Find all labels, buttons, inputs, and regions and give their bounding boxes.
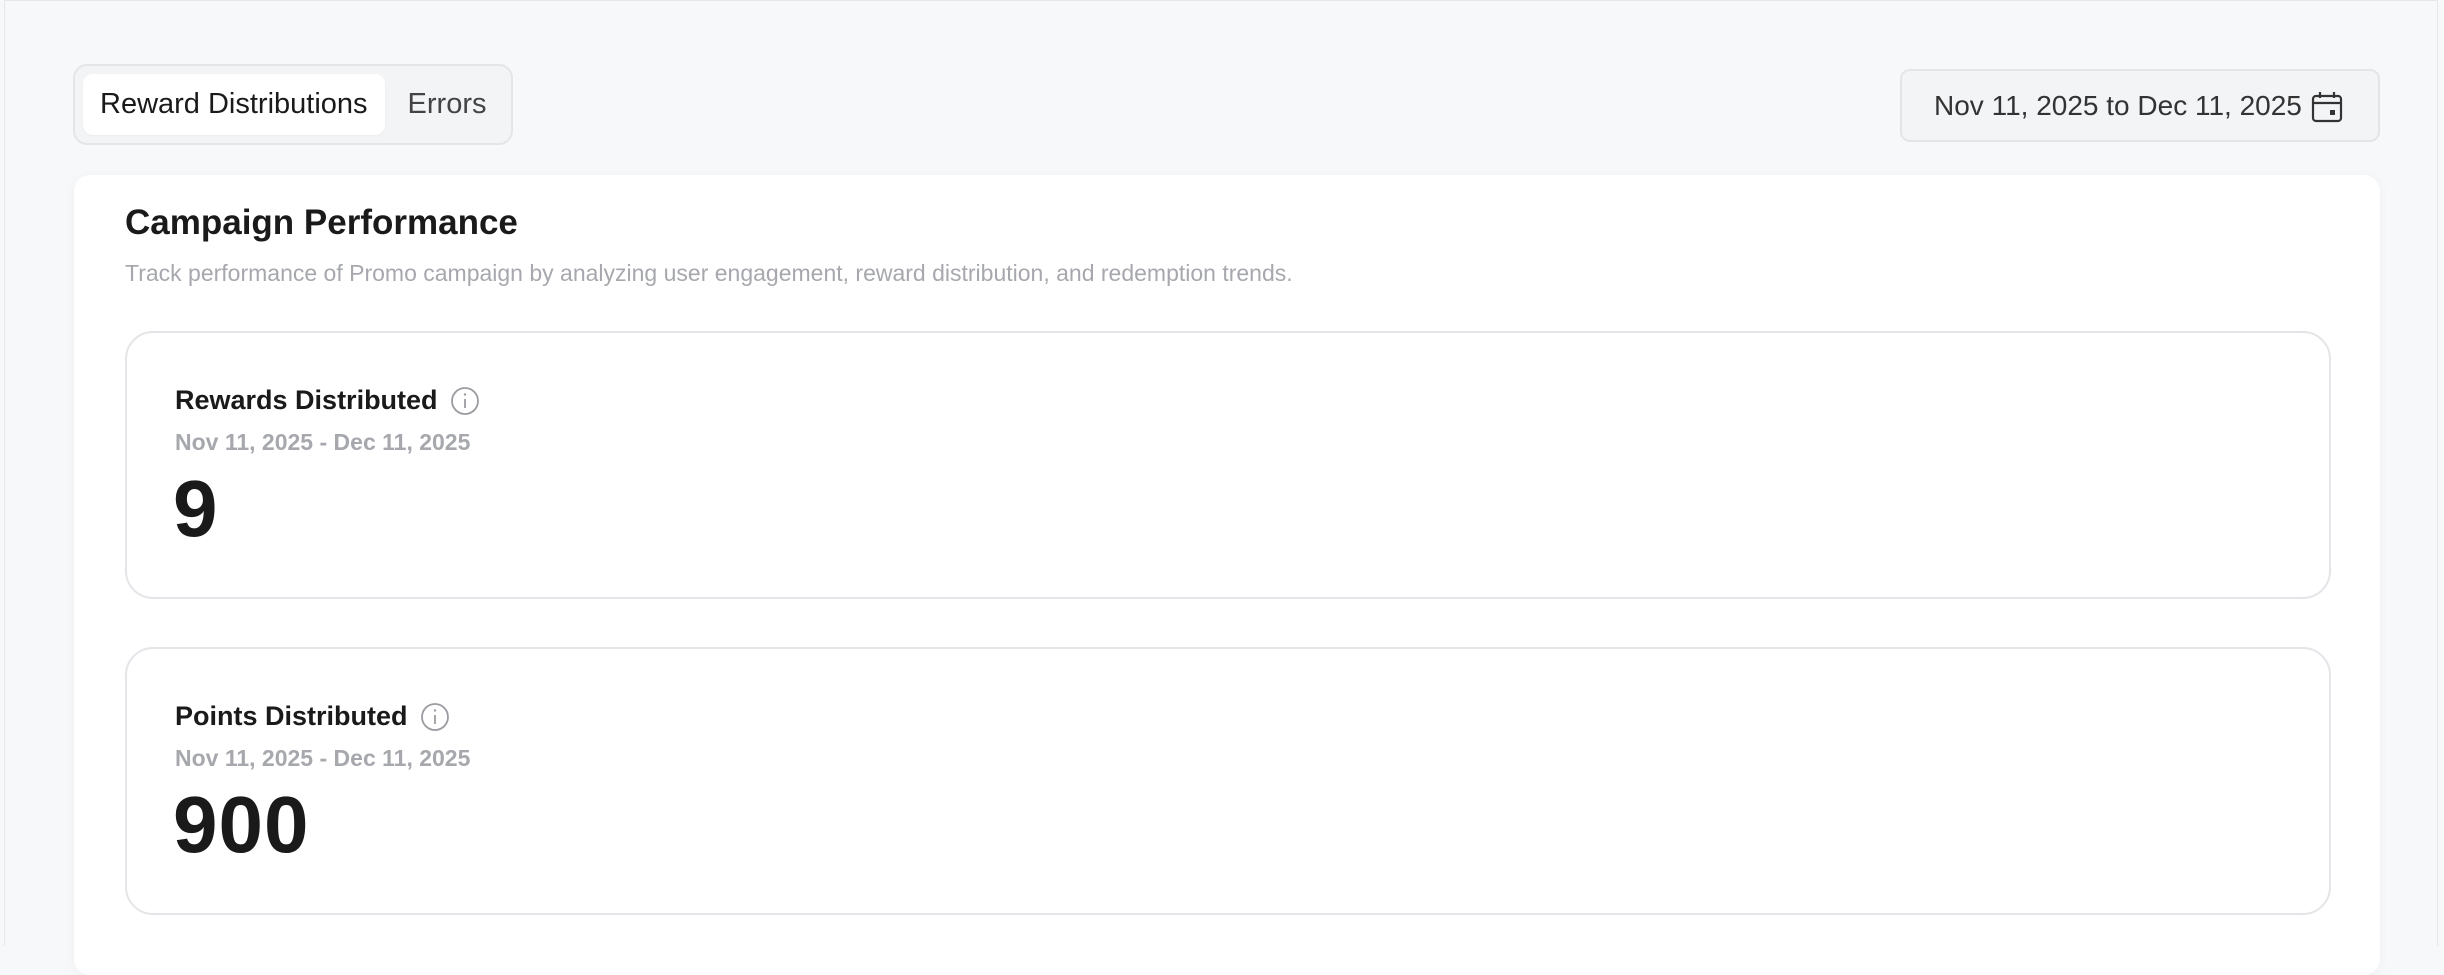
date-range-picker[interactable]: Nov 11, 2025 to Dec 11, 2025 <box>1900 69 2380 142</box>
info-icon[interactable] <box>450 386 480 416</box>
page-subtitle: Track performance of Promo campaign by a… <box>125 260 1293 286</box>
metric-label: Rewards Distributed <box>175 385 438 415</box>
tab-bar: Reward Distributions Errors <box>73 64 513 145</box>
info-icon[interactable] <box>420 702 450 732</box>
metric-header: Rewards Distributed <box>175 385 480 416</box>
metric-date-range: Nov 11, 2025 - Dec 11, 2025 <box>175 745 471 771</box>
metric-card-points-distributed: Points Distributed Nov 11, 2025 - Dec 11… <box>125 647 2331 915</box>
tab-reward-distributions[interactable]: Reward Distributions <box>83 74 385 135</box>
calendar-icon <box>2311 92 2343 123</box>
app-frame: Reward Distributions Errors Nov 11, 2025… <box>4 0 2438 975</box>
metric-header: Points Distributed <box>175 701 450 732</box>
metric-card-rewards-distributed: Rewards Distributed Nov 11, 2025 - Dec 1… <box>125 331 2331 599</box>
page-title: Campaign Performance <box>125 203 518 242</box>
metric-value: 900 <box>173 780 310 869</box>
metric-date-range: Nov 11, 2025 - Dec 11, 2025 <box>175 429 471 455</box>
tab-errors[interactable]: Errors <box>391 74 504 135</box>
date-range-label: Nov 11, 2025 to Dec 11, 2025 <box>1934 89 2302 121</box>
campaign-performance-card: Campaign Performance Track performance o… <box>74 175 2380 975</box>
metric-value: 9 <box>173 464 219 553</box>
metric-label: Points Distributed <box>175 701 408 731</box>
